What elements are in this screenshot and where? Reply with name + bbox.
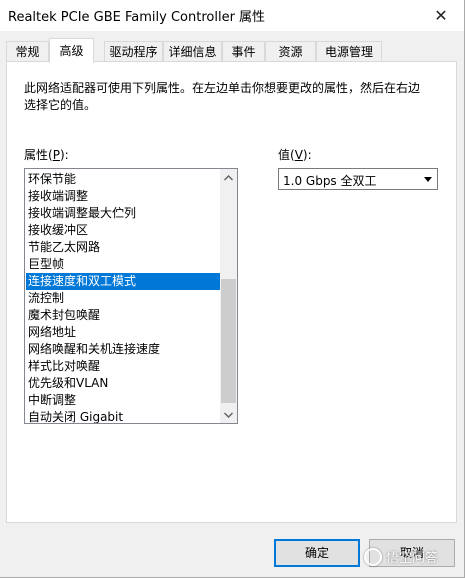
list-item[interactable]: 优先级和VLAN — [26, 375, 221, 392]
properties-dialog: Realtek PCIe GBE Family Controller 属性 ✕ … — [0, 0, 465, 578]
list-item[interactable]: 接收端调整 — [26, 188, 221, 205]
value-label-key: V — [294, 148, 303, 162]
tab-driver[interactable]: 驱动程序 — [104, 41, 163, 61]
title-bar: Realtek PCIe GBE Family Controller 属性 ✕ — [0, 0, 464, 31]
scroll-up-icon[interactable] — [220, 169, 237, 186]
list-item[interactable]: 环保节能 — [26, 171, 221, 188]
property-label-prefix: 属性( — [24, 148, 53, 162]
tab-advanced[interactable]: 高级 — [49, 38, 94, 63]
value-dropdown[interactable]: 1.0 Gbps 全双工 — [278, 168, 438, 190]
watermark-text: 悟空问答 — [386, 551, 439, 566]
tab-details[interactable]: 详细信息 — [163, 41, 222, 61]
list-item[interactable]: 网络地址 — [26, 324, 221, 341]
list-item[interactable]: 网络唤醒和关机连接速度 — [26, 341, 221, 358]
property-list[interactable]: 环保节能 接收端调整 接收端调整最大伫列 接收缓冲区 节能乙太网路 巨型帧 连接… — [24, 168, 238, 424]
list-item[interactable]: 流控制 — [26, 290, 221, 307]
scroll-down-icon[interactable] — [220, 406, 237, 423]
description-text: 此网络适配器可使用下列属性。在左边单击你想要更改的属性，然后在右边选择它的值。 — [24, 81, 421, 112]
value-label-suffix: ): — [302, 148, 312, 162]
tab-general[interactable]: 常规 — [6, 41, 49, 61]
property-label-key: P — [52, 148, 60, 162]
property-items: 环保节能 接收端调整 接收端调整最大伫列 接收缓冲区 节能乙太网路 巨型帧 连接… — [26, 171, 221, 423]
list-item[interactable]: 接收端调整最大伫列 — [26, 205, 221, 222]
list-item[interactable]: 接收缓冲区 — [26, 222, 221, 239]
close-icon[interactable]: ✕ — [418, 0, 464, 31]
tab-events[interactable]: 事件 — [222, 41, 265, 61]
watermark: 悟空问答 — [364, 547, 438, 566]
ok-button[interactable]: 确定 — [274, 539, 360, 567]
list-item[interactable]: 样式比对唤醒 — [26, 358, 221, 375]
window-title: Realtek PCIe GBE Family Controller 属性 — [8, 10, 266, 25]
scrollbar-thumb[interactable] — [221, 279, 236, 403]
advanced-tab-panel: 此网络适配器可使用下列属性。在左边单击你想要更改的属性，然后在右边选择它的值。 … — [6, 61, 457, 523]
list-item[interactable]: 节能乙太网路 — [26, 239, 221, 256]
property-label: 属性(P): — [24, 146, 69, 163]
list-scrollbar[interactable] — [220, 169, 237, 423]
list-item-selected[interactable]: 连接速度和双工模式 — [26, 273, 221, 290]
property-label-suffix: ): — [59, 148, 69, 162]
watermark-logo-icon — [364, 547, 382, 566]
chevron-down-icon[interactable] — [419, 170, 436, 188]
value-label: 值(V): — [278, 146, 312, 163]
value-label-prefix: 值( — [278, 148, 295, 162]
list-item[interactable]: 魔术封包唤醒 — [26, 307, 221, 324]
list-item[interactable]: 巨型帧 — [26, 256, 221, 273]
value-dropdown-text: 1.0 Gbps 全双工 — [283, 174, 377, 188]
list-item[interactable]: 自动关闭 Gigabit — [26, 409, 221, 423]
tab-resources[interactable]: 资源 — [265, 41, 316, 61]
tab-power-management[interactable]: 电源管理 — [316, 41, 382, 61]
list-item[interactable]: 中断调整 — [26, 392, 221, 409]
